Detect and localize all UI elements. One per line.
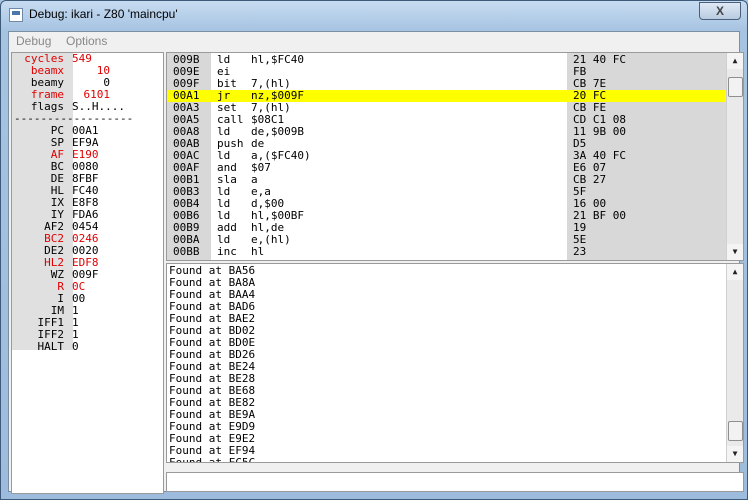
- disasm-opcode: inc: [217, 245, 237, 258]
- disasm-scroll-thumb[interactable]: [728, 76, 743, 97]
- scroll-up-icon[interactable]: ▲: [727, 53, 743, 69]
- app-window-icon: [9, 8, 23, 22]
- register-name: HALT: [37, 340, 65, 353]
- disasm-scrollbar[interactable]: ▲ ▼: [726, 53, 743, 260]
- registers-panel[interactable]: cycles 549 beamx 10 beamy 0 frame 6101 flags S..H…: [11, 52, 164, 494]
- window-title: Debug: ikari - Z80 'maincpu': [29, 7, 178, 21]
- register-row: WZ 009F: [12, 269, 163, 281]
- disasm-address: 00BB: [173, 245, 200, 258]
- register-row: IFF1 1: [12, 317, 163, 329]
- disasm-bytes: 23: [573, 245, 587, 258]
- console-scrollbar[interactable]: ▲ ▼: [726, 264, 743, 462]
- console-scroll-thumb[interactable]: [728, 420, 743, 441]
- console-line: Found at FC5C: [169, 456, 256, 463]
- scroll-down-icon[interactable]: ▼: [727, 446, 743, 462]
- scroll-down-icon[interactable]: ▼: [727, 244, 743, 260]
- console-output-panel[interactable]: Found at BA56 Found at BA8A Found at BAA4 F…: [166, 263, 744, 463]
- register-row: R 0C: [12, 281, 163, 293]
- menu-options[interactable]: Options: [66, 34, 107, 48]
- menu-bar: Debug Options: [9, 32, 739, 50]
- title-bar[interactable]: Debug: ikari - Z80 'maincpu' X: [1, 1, 747, 31]
- register-value: 0: [72, 340, 79, 353]
- register-row: IFF2 1: [12, 329, 163, 341]
- disasm-row[interactable]: 00BB inc hl 23: [167, 246, 727, 258]
- debugger-window: Debug: ikari - Z80 'maincpu' X Debug Opt…: [0, 0, 748, 500]
- register-row: I 00: [12, 293, 163, 305]
- disasm-operands: hl: [251, 245, 265, 258]
- menu-debug[interactable]: Debug: [16, 34, 51, 48]
- close-icon: X: [715, 4, 724, 18]
- close-button[interactable]: X: [699, 2, 741, 20]
- disassembly-panel[interactable]: 009B ld hl,$FC40 21 40 FC 009E ei FB 009F bit 7,(…: [166, 52, 744, 261]
- command-input[interactable]: [166, 472, 744, 492]
- client-area: Debug Options cycles 549 beamx 10 beamy 0 fram…: [8, 31, 744, 494]
- disasm-operands: hl,$FC40: [251, 53, 304, 66]
- register-row: IM 1: [12, 305, 163, 317]
- register-row: HALT 0: [12, 341, 163, 353]
- scroll-up-icon[interactable]: ▲: [727, 264, 743, 280]
- disasm-row[interactable]: 009B ld hl,$FC40 21 40 FC: [167, 54, 727, 66]
